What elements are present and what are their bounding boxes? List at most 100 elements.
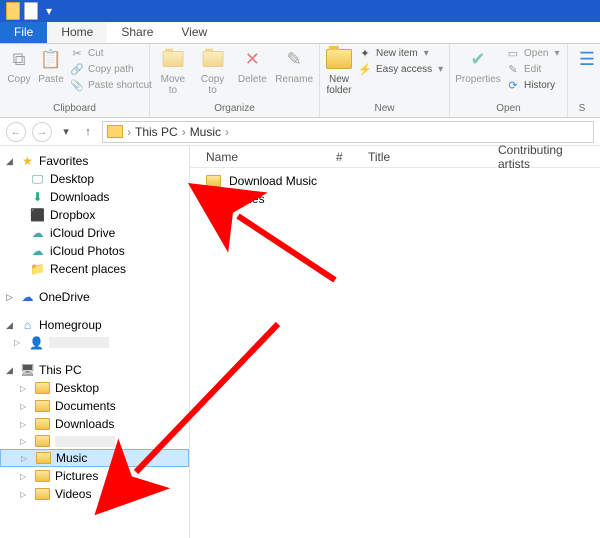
dropbox-icon: ⬛: [30, 209, 45, 222]
easyaccess-button[interactable]: ⚡Easy access▾: [358, 62, 443, 76]
paste-icon: 📋: [38, 46, 64, 72]
moveto-icon: [160, 46, 186, 72]
group-open-label: Open: [456, 103, 561, 115]
icloud-icon: ☁: [30, 227, 45, 240]
delete-icon: ✕: [239, 46, 265, 72]
file-list: Download MusiciTunes: [190, 168, 600, 212]
computer-icon: 🖥: [20, 364, 35, 377]
ribbon-tabs: File Home Share View: [0, 22, 600, 44]
moveto-button[interactable]: Move to: [156, 46, 190, 96]
open-button[interactable]: ▭Open▾: [506, 46, 560, 60]
breadcrumb-folder-icon: [107, 125, 123, 138]
star-icon: ★: [20, 155, 35, 168]
col-num[interactable]: #: [330, 150, 352, 164]
newitem-button[interactable]: ✦New item▾: [358, 46, 443, 60]
newfolder-icon: [326, 46, 352, 72]
recent-locations-button[interactable]: ▾: [58, 124, 74, 140]
copy-icon: ⧉: [6, 46, 32, 72]
forward-button[interactable]: →: [32, 122, 52, 142]
folder-icon: [35, 435, 50, 447]
thispc-item[interactable]: ▷Documents: [0, 397, 189, 415]
rename-icon: ✎: [281, 46, 307, 72]
newfolder-button[interactable]: New folder: [326, 46, 352, 96]
breadcrumb-thispc[interactable]: This PC: [131, 125, 182, 139]
newitem-icon: ✦: [358, 46, 372, 60]
icloudphotos-icon: ☁: [30, 245, 45, 258]
open-icon: ▭: [506, 46, 520, 60]
group-organize-label: Organize: [156, 103, 313, 115]
overflow-icon[interactable]: ▾: [40, 2, 58, 20]
thispc-item[interactable]: ▷Downloads: [0, 415, 189, 433]
rename-button[interactable]: ✎ Rename: [275, 46, 313, 85]
select-button[interactable]: ☰: [574, 46, 600, 72]
favorites-item[interactable]: ☁iCloud Drive: [0, 224, 189, 242]
thispc-item[interactable]: ▷Desktop: [0, 379, 189, 397]
copypath-button[interactable]: 🔗Copy path: [70, 62, 152, 76]
select-icon: ☰: [574, 46, 600, 72]
file-row[interactable]: iTunes: [190, 190, 600, 208]
homegroup-header[interactable]: ◢ ⌂ Homegroup: [0, 316, 189, 334]
breadcrumb[interactable]: › This PC › Music ›: [102, 121, 594, 143]
copypath-icon: 🔗: [70, 62, 84, 76]
favorites-item[interactable]: 📁Recent places: [0, 260, 189, 278]
user-icon: 👤: [29, 336, 44, 349]
favorites-item[interactable]: ⬇Downloads: [0, 188, 189, 206]
column-headers: Name # Title Contributing artists: [190, 146, 600, 168]
properties-button[interactable]: ✔ Properties: [456, 46, 500, 85]
thispc-item[interactable]: ▷: [0, 433, 189, 449]
col-name[interactable]: Name: [200, 150, 320, 164]
history-icon: ⟳: [506, 78, 520, 92]
group-new-label: New: [326, 103, 443, 115]
folder-icon: [4, 2, 22, 20]
folder-icon: [206, 175, 221, 187]
edit-icon: ✎: [506, 62, 520, 76]
paste-button[interactable]: 📋 Paste: [38, 46, 64, 85]
folder-icon: [35, 400, 50, 412]
thispc-item[interactable]: ▷Videos: [0, 485, 189, 503]
navigation-pane: ◢ ★ Favorites 🖵Desktop⬇Downloads⬛Dropbox…: [0, 146, 190, 538]
content-pane: Name # Title Contributing artists Downlo…: [190, 146, 600, 538]
homegroup-icon: ⌂: [20, 319, 35, 332]
copy-button[interactable]: ⧉ Copy: [6, 46, 32, 85]
group-clipboard-label: Clipboard: [6, 103, 143, 115]
tab-share[interactable]: Share: [107, 22, 167, 43]
history-button[interactable]: ⟳History: [506, 78, 560, 92]
col-contrib[interactable]: Contributing artists: [492, 143, 600, 171]
delete-button[interactable]: ✕ Delete: [235, 46, 269, 85]
edit-button[interactable]: ✎Edit: [506, 62, 560, 76]
col-title[interactable]: Title: [362, 150, 482, 164]
tab-file[interactable]: File: [0, 22, 47, 43]
back-button[interactable]: ←: [6, 122, 26, 142]
tab-home[interactable]: Home: [47, 22, 107, 43]
thispc-item[interactable]: ▷Pictures: [0, 467, 189, 485]
favorites-item[interactable]: 🖵Desktop: [0, 170, 189, 188]
title-bar: ▾: [0, 0, 600, 22]
thispc-item-music[interactable]: ▷Music: [0, 449, 189, 467]
tab-view[interactable]: View: [167, 22, 221, 43]
file-row[interactable]: Download Music: [190, 172, 600, 190]
folder-icon: [35, 488, 50, 500]
favorites-item[interactable]: ⬛Dropbox: [0, 206, 189, 224]
copyto-icon: [200, 46, 226, 72]
downloads-icon: ⬇: [30, 191, 45, 204]
copyto-button[interactable]: Copy to: [196, 46, 230, 96]
thispc-header[interactable]: ◢ 🖥 This PC: [0, 361, 189, 379]
recent-icon: 📁: [30, 263, 45, 276]
homegroup-user[interactable]: ▷ 👤: [0, 334, 189, 351]
pasteshortcut-button[interactable]: 📎Paste shortcut: [70, 78, 152, 92]
cloud-icon: ☁: [20, 291, 35, 304]
folder-icon: [36, 452, 51, 464]
group-select-label: S: [574, 103, 590, 115]
favorites-item[interactable]: ☁iCloud Photos: [0, 242, 189, 260]
favorites-header[interactable]: ◢ ★ Favorites: [0, 152, 189, 170]
app-icon: [22, 2, 40, 20]
folder-icon: [35, 418, 50, 430]
up-button[interactable]: ↑: [80, 124, 96, 140]
properties-icon: ✔: [465, 46, 491, 72]
folder-icon: [35, 382, 50, 394]
ribbon: ⧉ Copy 📋 Paste ✂Cut 🔗Copy path 📎Paste sh…: [0, 44, 600, 118]
cut-button[interactable]: ✂Cut: [70, 46, 152, 60]
onedrive-header[interactable]: ▷ ☁ OneDrive: [0, 288, 189, 306]
folder-icon: [35, 470, 50, 482]
breadcrumb-music[interactable]: Music: [186, 125, 225, 139]
